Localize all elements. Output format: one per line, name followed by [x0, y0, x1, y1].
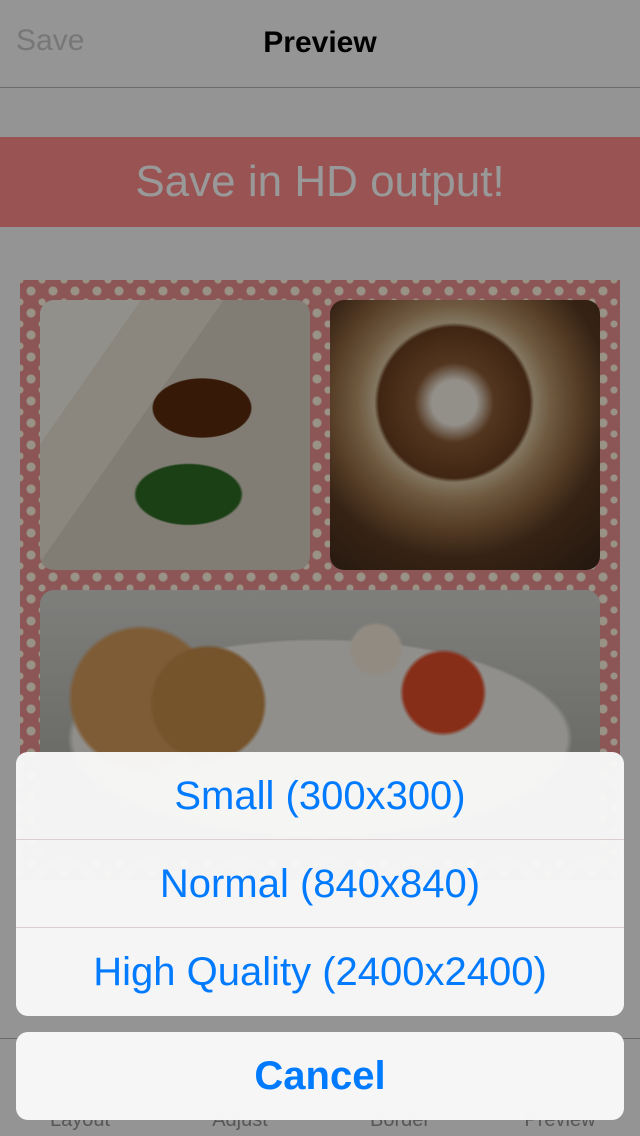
save-size-action-sheet: Small (300x300) Normal (840x840) High Qu… — [16, 752, 624, 1016]
size-small-option[interactable]: Small (300x300) — [16, 752, 624, 840]
size-normal-option[interactable]: Normal (840x840) — [16, 840, 624, 928]
cancel-button[interactable]: Cancel — [16, 1032, 624, 1120]
size-high-quality-option[interactable]: High Quality (2400x2400) — [16, 928, 624, 1016]
